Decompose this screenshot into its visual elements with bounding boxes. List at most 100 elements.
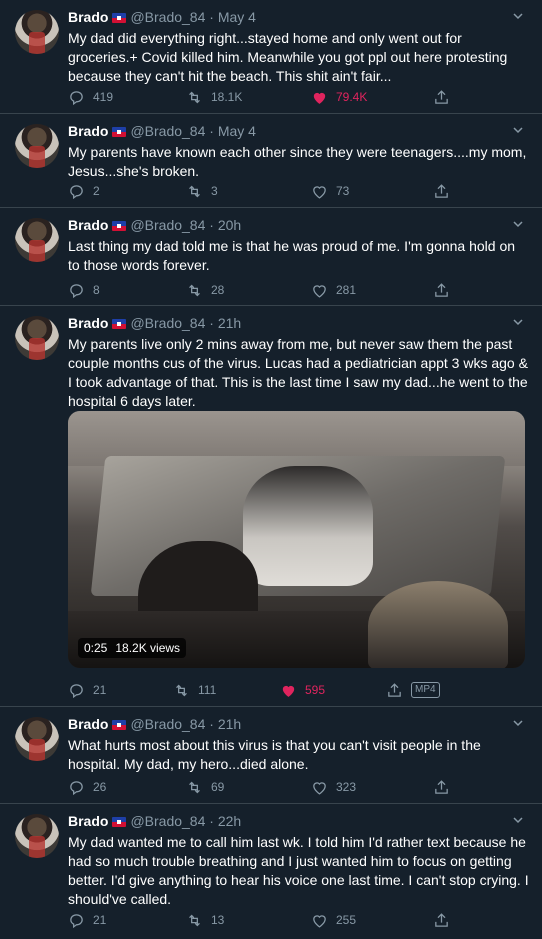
like-button[interactable]: 595 (280, 680, 325, 700)
user-handle[interactable]: @Brado_84 (130, 813, 205, 829)
video-frame-person (243, 466, 373, 586)
separator-dot: · (209, 217, 214, 233)
tweet-header: Brado @Brado_84 · May 4 (68, 9, 522, 29)
display-name[interactable]: Brado (68, 716, 108, 732)
retweet-count: 3 (211, 184, 218, 198)
avatar[interactable] (15, 316, 59, 360)
video-info-badge: 0:25 18.2K views (78, 638, 187, 658)
tweet-header: Brado @Brado_84 · 21h (68, 716, 522, 736)
chevron-down-icon[interactable] (512, 10, 524, 22)
mp4-download-button[interactable]: MP4 (411, 682, 440, 698)
chevron-down-icon[interactable] (512, 717, 524, 729)
retweet-button[interactable]: 18.1K (186, 87, 242, 107)
tweet-thread: Brado @Brado_84 · May 4 My dad did everyt… (0, 0, 542, 939)
heart-icon (313, 781, 326, 795)
reply-icon (70, 683, 83, 698)
retweet-icon (189, 284, 200, 296)
reply-button[interactable]: 26 (68, 777, 106, 797)
share-button[interactable] (433, 910, 450, 930)
tweet[interactable]: Brado @Brado_84 · 22h My dad wanted me to… (0, 804, 542, 939)
retweet-button[interactable]: 28 (186, 280, 224, 300)
user-handle[interactable]: @Brado_84 (130, 716, 205, 732)
retweet-button[interactable]: 69 (186, 777, 224, 797)
reply-button[interactable]: 21 (68, 680, 106, 700)
reply-count: 21 (93, 683, 107, 697)
tweet-text: My parents have known each other since t… (68, 144, 527, 179)
retweet-button[interactable]: 3 (186, 181, 218, 201)
share-button[interactable] (433, 280, 450, 300)
chevron-down-icon[interactable] (512, 218, 524, 230)
separator-dot: · (209, 9, 214, 25)
avatar[interactable] (15, 124, 59, 168)
like-button[interactable]: 79.4K (311, 87, 367, 107)
share-icon (435, 912, 448, 927)
tweet-header: Brado @Brado_84 · 21h (68, 315, 522, 335)
user-handle[interactable]: @Brado_84 (130, 123, 205, 139)
tweet[interactable]: Brado @Brado_84 · 21h What hurts most abo… (0, 707, 542, 804)
display-name[interactable]: Brado (68, 123, 108, 139)
like-button[interactable]: 281 (311, 280, 356, 300)
user-handle[interactable]: @Brado_84 (130, 217, 205, 233)
retweet-icon (189, 91, 200, 103)
separator-dot: · (209, 123, 214, 139)
share-button[interactable] (433, 777, 450, 797)
retweet-count: 69 (211, 780, 225, 794)
retweet-icon (189, 914, 200, 926)
avatar[interactable] (15, 717, 59, 761)
chevron-down-icon[interactable] (512, 124, 524, 136)
retweet-count: 111 (198, 683, 217, 697)
timestamp[interactable]: 21h (218, 315, 241, 331)
share-button[interactable] (433, 181, 450, 201)
chevron-down-icon[interactable] (512, 316, 524, 328)
reply-button[interactable]: 8 (68, 280, 100, 300)
timestamp[interactable]: 21h (218, 716, 241, 732)
heart-icon (313, 914, 326, 928)
tweet[interactable]: Brado @Brado_84 · 21h My parents live onl… (0, 306, 542, 707)
user-handle[interactable]: @Brado_84 (130, 315, 205, 331)
reply-button[interactable]: 21 (68, 910, 106, 930)
chevron-down-icon[interactable] (512, 814, 524, 826)
share-button[interactable]: MP4 (386, 680, 440, 700)
video-player[interactable]: 0:25 18.2K views (68, 411, 525, 668)
like-button[interactable]: 323 (311, 777, 356, 797)
avatar[interactable] (15, 10, 59, 54)
share-icon (435, 89, 448, 104)
timestamp[interactable]: 20h (218, 217, 241, 233)
tweet[interactable]: Brado @Brado_84 · May 4 My dad did everyt… (0, 0, 542, 114)
user-handle[interactable]: @Brado_84 (130, 9, 205, 25)
haiti-flag-icon (112, 127, 127, 137)
tweet[interactable]: Brado @Brado_84 · May 4 My parents have k… (0, 114, 542, 208)
reply-button[interactable]: 419 (68, 87, 113, 107)
share-button[interactable] (433, 87, 450, 107)
reply-count: 26 (93, 780, 107, 794)
avatar[interactable] (15, 814, 59, 858)
timestamp[interactable]: May 4 (218, 123, 256, 139)
timestamp[interactable]: 22h (218, 813, 241, 829)
display-name[interactable]: Brado (68, 217, 108, 233)
like-count: 323 (336, 780, 357, 794)
reply-count: 419 (93, 90, 114, 104)
retweet-count: 18.1K (211, 90, 243, 104)
retweet-icon (189, 781, 200, 793)
heart-filled-icon (313, 92, 326, 104)
timestamp[interactable]: May 4 (218, 9, 256, 25)
like-count: 73 (336, 184, 350, 198)
retweet-icon (189, 185, 200, 197)
like-button[interactable]: 255 (311, 910, 356, 930)
separator-dot: · (209, 813, 214, 829)
display-name[interactable]: Brado (68, 813, 108, 829)
like-count: 281 (336, 283, 357, 297)
retweet-button[interactable]: 13 (186, 910, 224, 930)
share-icon (435, 779, 448, 794)
display-name[interactable]: Brado (68, 315, 108, 331)
reply-button[interactable]: 2 (68, 181, 100, 201)
reply-count: 2 (93, 184, 100, 198)
share-icon (388, 682, 401, 697)
avatar[interactable] (15, 218, 59, 262)
video-duration: 0:25 (84, 641, 108, 655)
retweet-button[interactable]: 111 (173, 680, 216, 700)
tweet[interactable]: Brado @Brado_84 · 20h Last thing my dad t… (0, 208, 542, 306)
display-name[interactable]: Brado (68, 9, 108, 25)
reply-icon (70, 780, 83, 795)
like-button[interactable]: 73 (311, 181, 349, 201)
